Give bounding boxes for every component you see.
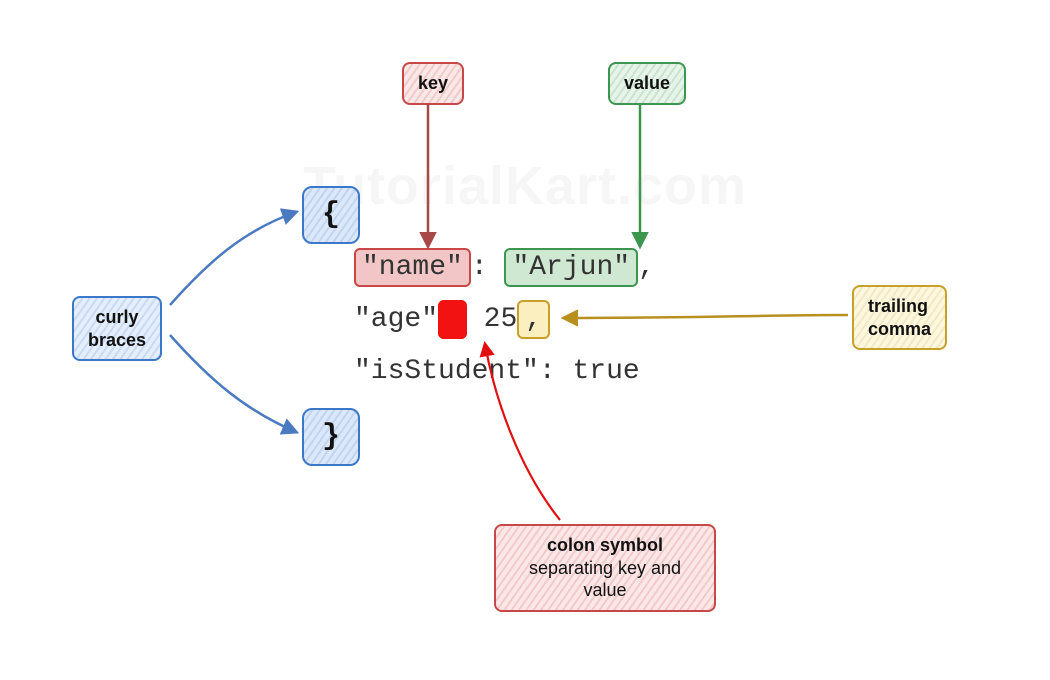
watermark-text: TutorialKart.com xyxy=(303,155,747,217)
code-value-2: 25 xyxy=(484,304,518,335)
code-key-3: "isStudent" xyxy=(354,356,539,387)
label-trailing-comma: trailing comma xyxy=(852,285,947,350)
code-line-3: "isStudent": true xyxy=(354,356,640,387)
code-key-2: "age" xyxy=(354,304,438,335)
code-line-2: "age": 25, xyxy=(354,304,550,335)
code-colon-3: : xyxy=(539,356,556,387)
label-colon-sub: separating key and value xyxy=(529,558,681,601)
code-key-highlight: "name" xyxy=(354,248,471,287)
code-line-1: "name": "Arjun", xyxy=(354,252,655,283)
label-colon-symbol: colon symbol separating key and value xyxy=(494,524,716,612)
label-key: key xyxy=(402,62,464,105)
code-colon-highlight: : xyxy=(438,300,467,339)
close-brace-box: } xyxy=(302,408,360,466)
open-brace-box: { xyxy=(302,186,360,244)
label-colon-title: colon symbol xyxy=(547,535,663,555)
code-value-3: true xyxy=(572,356,639,387)
code-trail-1: , xyxy=(638,252,655,283)
code-value-highlight: "Arjun" xyxy=(504,248,638,287)
code-colon-1: : xyxy=(471,252,488,283)
label-value: value xyxy=(608,62,686,105)
code-trail-highlight: , xyxy=(517,300,550,339)
label-curly-braces: curly braces xyxy=(72,296,162,361)
